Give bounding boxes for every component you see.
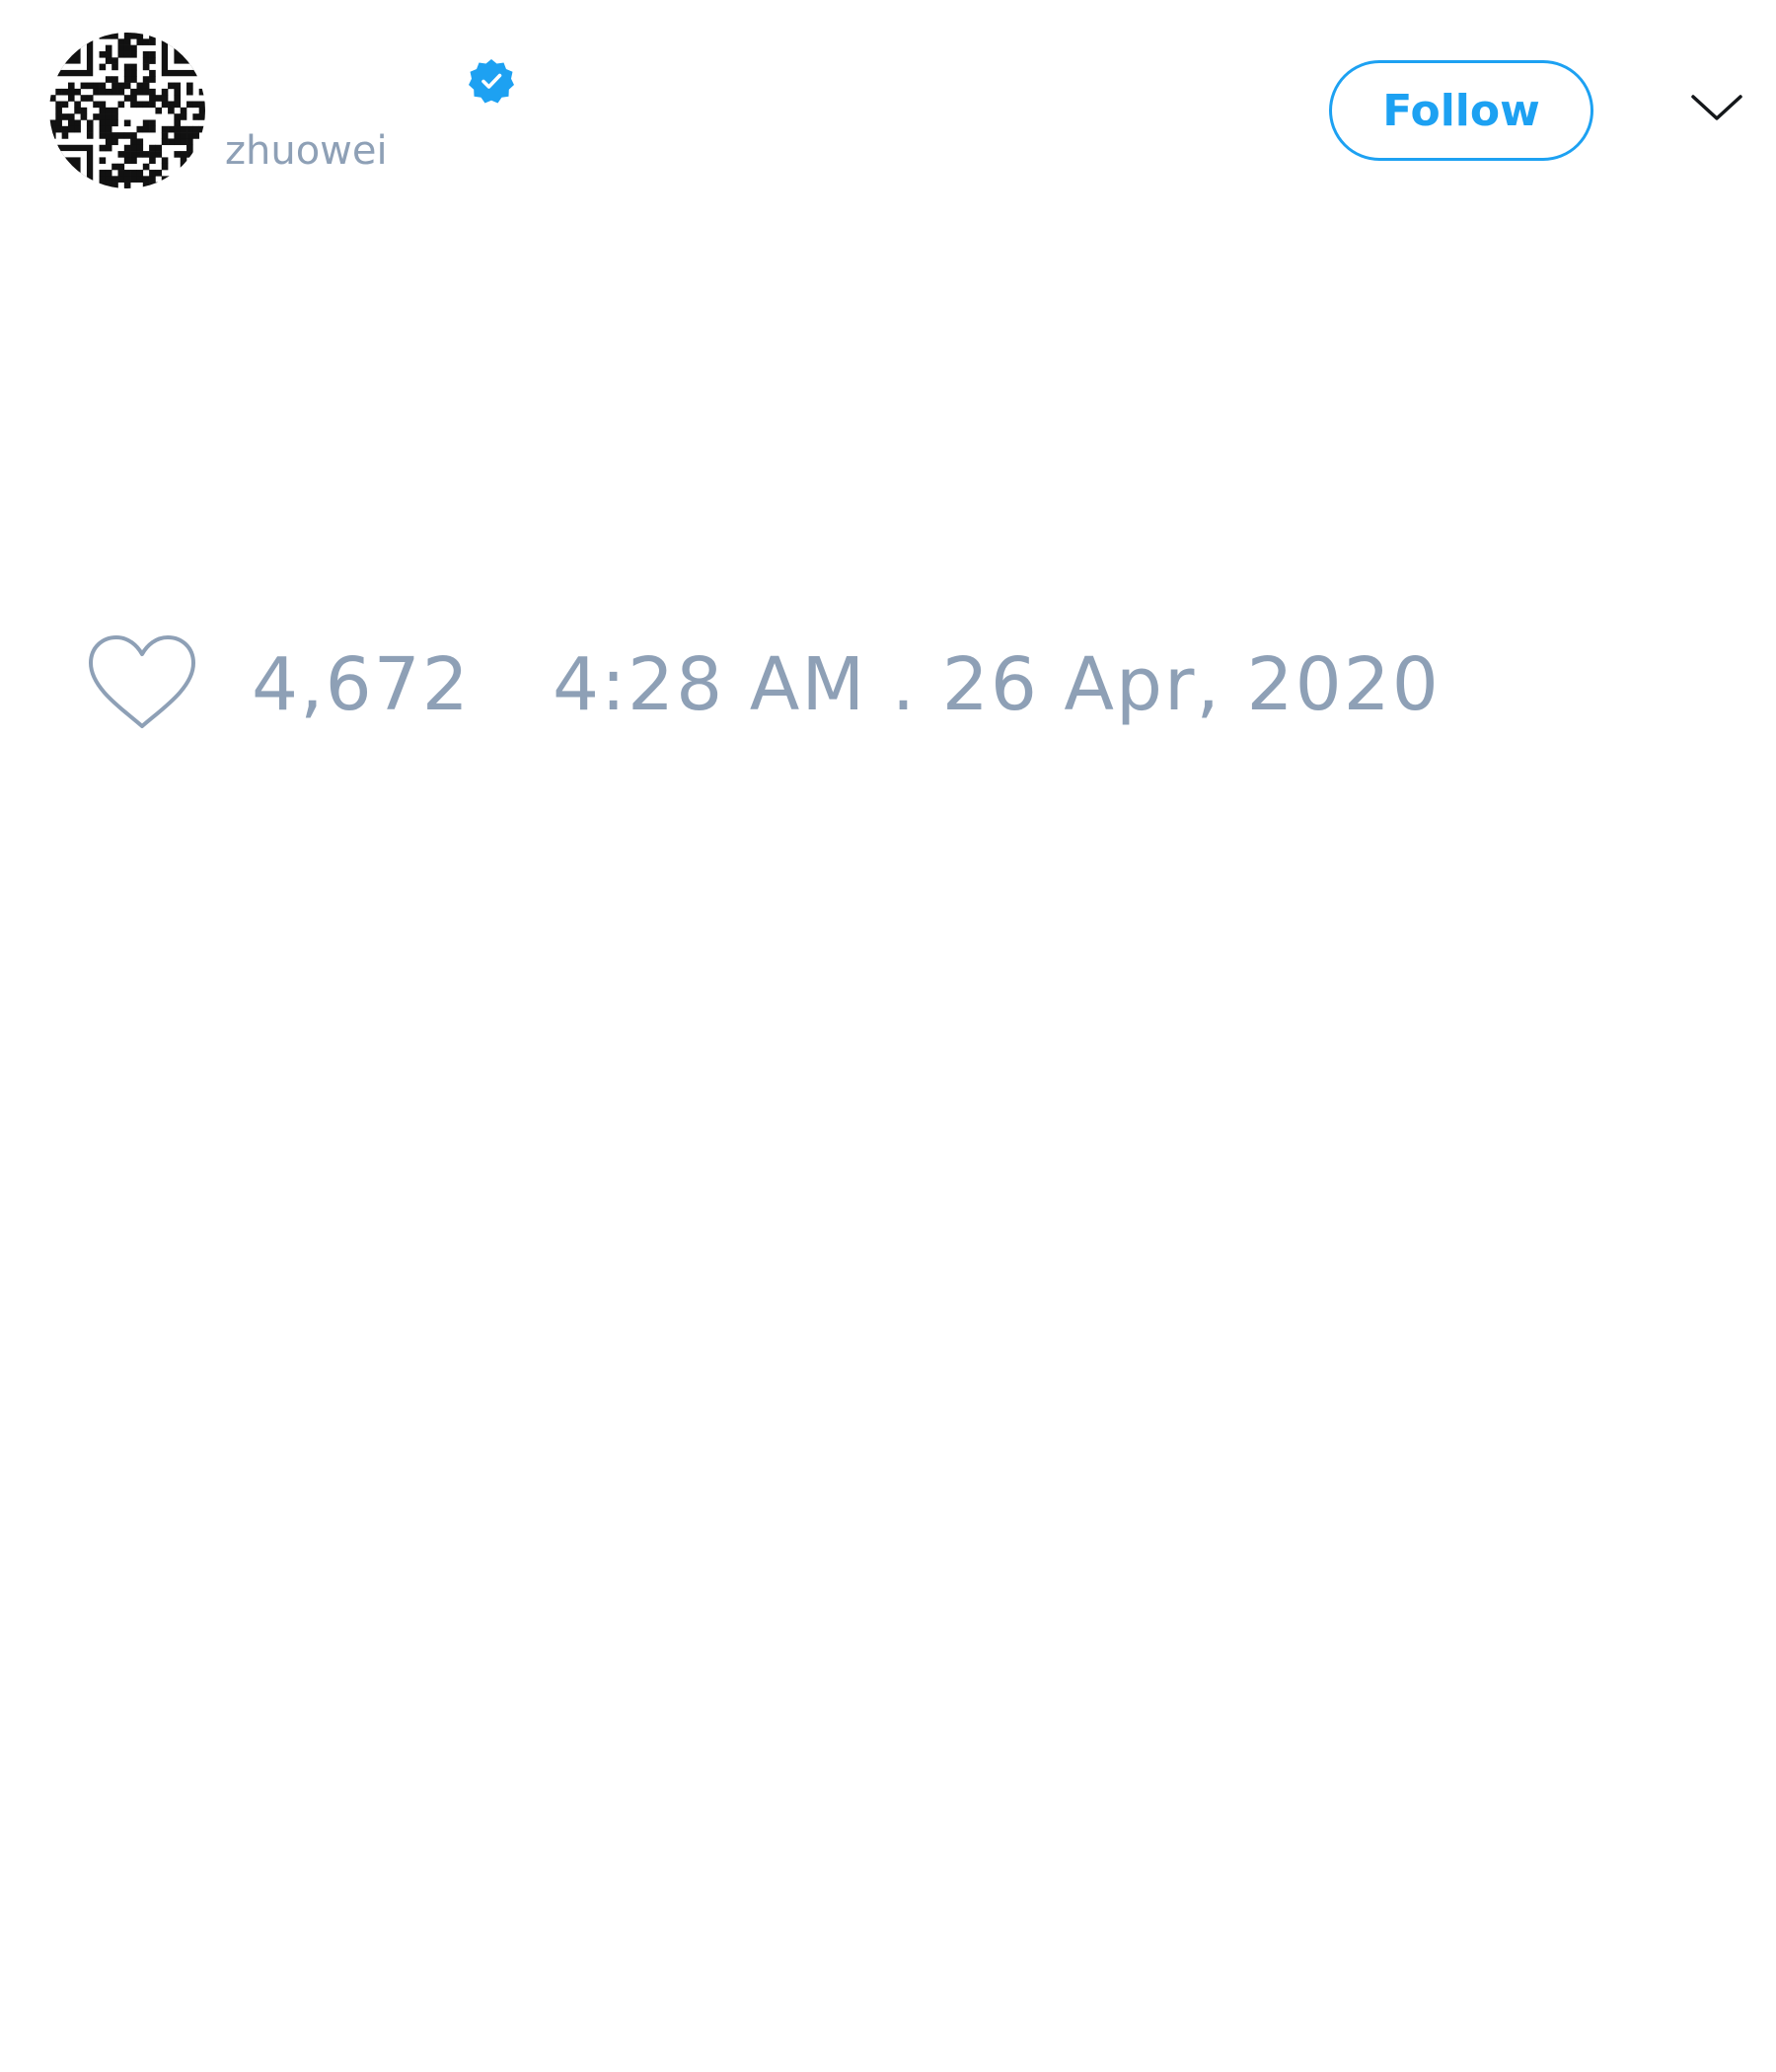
more-options-button[interactable]	[1689, 83, 1744, 138]
follow-button[interactable]: Follow	[1329, 60, 1593, 161]
like-count: 4,672	[252, 642, 471, 727]
avatar[interactable]	[49, 33, 205, 188]
chevron-down-icon	[1691, 95, 1742, 120]
username[interactable]: zhuowei	[225, 126, 388, 176]
like-button[interactable]	[85, 631, 199, 732]
qr-code-avatar-icon	[49, 33, 205, 188]
tweet-card: zhuowei Follow 4,672 4:28 AM . 26 Apr, 2…	[0, 0, 1776, 2072]
tweet-timestamp[interactable]: 4:28 AM . 26 Apr, 2020	[553, 641, 1441, 728]
verified-badge-icon	[469, 59, 514, 104]
heart-icon	[89, 635, 195, 728]
